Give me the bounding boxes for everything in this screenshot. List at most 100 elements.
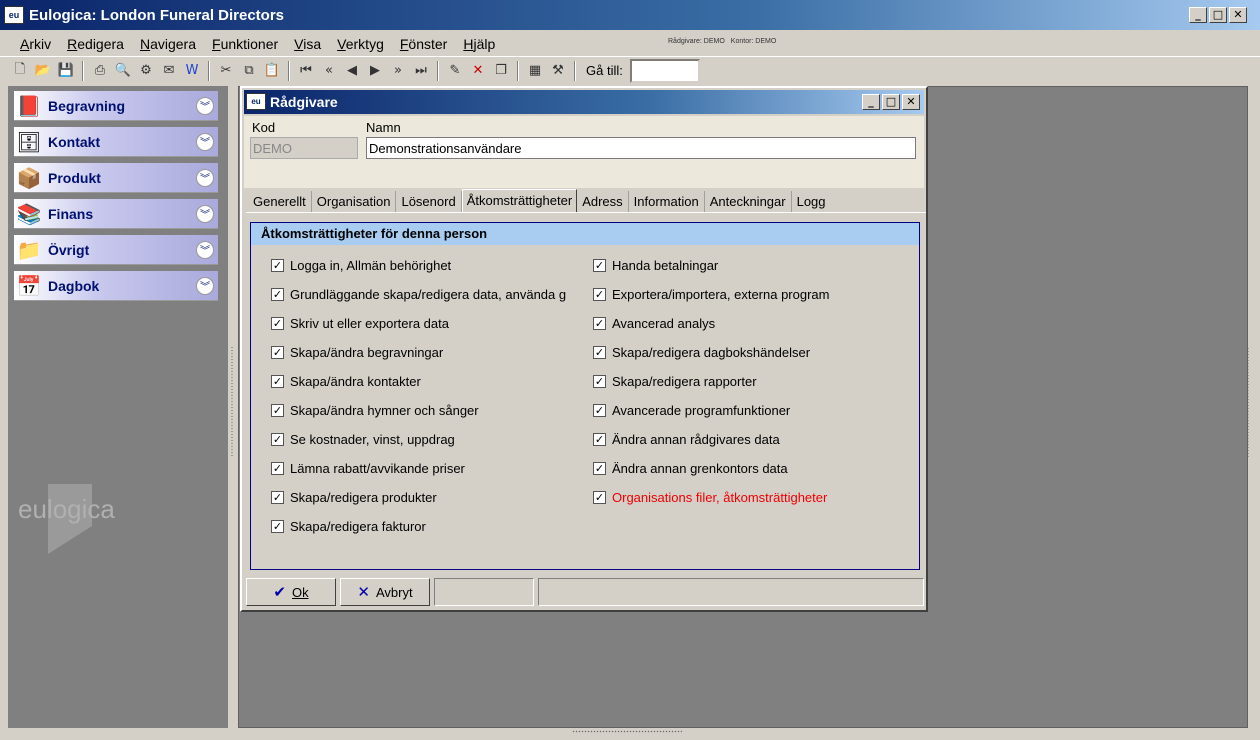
duplicate-icon[interactable]: ❐ bbox=[491, 61, 511, 81]
tab-losenord[interactable]: Lösenord bbox=[396, 191, 462, 212]
tab-anteckningar[interactable]: Anteckningar bbox=[705, 191, 792, 212]
chevron-down-icon[interactable]: ︾ bbox=[196, 132, 214, 151]
menu-navigera[interactable]: Navigera bbox=[140, 36, 196, 52]
edit-record-icon[interactable]: ✎ bbox=[445, 61, 465, 81]
email-icon[interactable]: ✉ bbox=[159, 61, 179, 81]
checkbox-checked-icon[interactable]: ✓ bbox=[271, 490, 284, 504]
dialog-maximize-button[interactable]: □ bbox=[882, 94, 900, 110]
checkbox-checked-icon[interactable]: ✓ bbox=[593, 287, 606, 301]
dialog-titlebar[interactable]: eu Rådgivare _ □ ✕ bbox=[244, 90, 924, 114]
permission-checkbox-row[interactable]: ✓ Skapa/redigera fakturor bbox=[271, 517, 426, 535]
nav-ovrigt[interactable]: 📁 Övrigt ︾ bbox=[14, 235, 218, 265]
nav-kontakt[interactable]: 🗄 Kontakt ︾ bbox=[14, 127, 218, 157]
print-icon[interactable]: ⎙ bbox=[90, 61, 110, 81]
checkbox-checked-icon[interactable]: ✓ bbox=[271, 345, 284, 359]
tab-organisation[interactable]: Organisation bbox=[312, 191, 397, 212]
tab-information[interactable]: Information bbox=[629, 191, 705, 212]
checkbox-checked-icon[interactable]: ✓ bbox=[271, 519, 284, 533]
checkbox-checked-icon[interactable]: ✓ bbox=[271, 432, 284, 446]
chevron-down-icon[interactable]: ︾ bbox=[196, 96, 214, 115]
app-logo-icon[interactable]: eu bbox=[4, 6, 24, 24]
goto-input[interactable] bbox=[629, 58, 700, 83]
delete-icon[interactable]: ✕ bbox=[468, 61, 488, 81]
checkbox-checked-icon[interactable]: ✓ bbox=[271, 316, 284, 330]
nav-begravning[interactable]: 📕 Begravning ︾ bbox=[14, 91, 218, 121]
kod-field[interactable]: DEMO bbox=[250, 137, 358, 159]
open-folder-icon[interactable]: 📂 bbox=[33, 61, 53, 81]
permission-checkbox-row[interactable]: ✓ Skapa/redigera produkter bbox=[271, 488, 437, 506]
chevron-down-icon[interactable]: ︾ bbox=[196, 204, 214, 223]
permission-checkbox-row[interactable]: ✓ Skapa/ändra hymner och sånger bbox=[271, 401, 479, 419]
panel-splitter[interactable] bbox=[228, 86, 238, 728]
ok-button[interactable]: ✔ Ok bbox=[246, 578, 336, 606]
permission-checkbox-row[interactable]: ✓ Skapa/ändra kontakter bbox=[271, 372, 421, 390]
checkbox-checked-icon[interactable]: ✓ bbox=[593, 258, 606, 272]
menu-hjalp[interactable]: Hjälp bbox=[463, 36, 495, 52]
checkbox-checked-icon[interactable]: ✓ bbox=[593, 490, 606, 504]
checkbox-checked-icon[interactable]: ✓ bbox=[271, 461, 284, 475]
permission-checkbox-row[interactable]: ✓ Logga in, Allmän behörighet bbox=[271, 256, 451, 274]
tab-atkomstrattigheter[interactable]: Åtkomsträttigheter bbox=[461, 189, 578, 213]
menu-verktyg[interactable]: Verktyg bbox=[337, 36, 384, 52]
checkbox-checked-icon[interactable]: ✓ bbox=[593, 432, 606, 446]
tools-icon[interactable]: ⚒ bbox=[548, 61, 568, 81]
nav-finans[interactable]: 📚 Finans ︾ bbox=[14, 199, 218, 229]
checkbox-checked-icon[interactable]: ✓ bbox=[271, 258, 284, 272]
permission-checkbox-row[interactable]: ✓ Avancerade programfunktioner bbox=[593, 401, 790, 419]
nav-dagbok[interactable]: 📅 Dagbok ︾ bbox=[14, 271, 218, 301]
permission-checkbox-row[interactable]: ✓ Ändra annan rådgivares data bbox=[593, 430, 780, 448]
cancel-button[interactable]: ✕ Avbryt bbox=[340, 578, 430, 606]
fast-forward-icon[interactable]: » bbox=[388, 61, 408, 81]
permission-checkbox-row[interactable]: ✓ Lämna rabatt/avvikande priser bbox=[271, 459, 465, 477]
menu-arkiv[interactable]: Arkiv bbox=[20, 36, 51, 52]
menu-redigera[interactable]: Redigera bbox=[67, 36, 124, 52]
permission-checkbox-row[interactable]: ✓ Organisations filer, åtkomsträttigheter bbox=[593, 488, 827, 506]
permission-checkbox-row[interactable]: ✓ Handa betalningar bbox=[593, 256, 718, 274]
print-preview-icon[interactable]: 🔍 bbox=[113, 61, 133, 81]
chevron-down-icon[interactable]: ︾ bbox=[196, 276, 214, 295]
checkbox-checked-icon[interactable]: ✓ bbox=[271, 403, 284, 417]
permission-checkbox-row[interactable]: ✓ Skapa/ändra begravningar bbox=[271, 343, 443, 361]
permission-checkbox-row[interactable]: ✓ Exportera/importera, externa program bbox=[593, 285, 829, 303]
permission-checkbox-row[interactable]: ✓ Skapa/redigera dagbokshändelser bbox=[593, 343, 810, 361]
cut-icon[interactable]: ✂ bbox=[216, 61, 236, 81]
last-record-icon[interactable]: ⏭ bbox=[411, 61, 431, 81]
new-document-icon[interactable]: 🗋 bbox=[10, 61, 30, 81]
permission-checkbox-row[interactable]: ✓ Se kostnader, vinst, uppdrag bbox=[271, 430, 455, 448]
settings-icon[interactable]: ⚙ bbox=[136, 61, 156, 81]
checkbox-checked-icon[interactable]: ✓ bbox=[593, 403, 606, 417]
menu-funktioner[interactable]: Funktioner bbox=[212, 36, 278, 52]
chevron-down-icon[interactable]: ︾ bbox=[196, 168, 214, 187]
checkbox-checked-icon[interactable]: ✓ bbox=[593, 345, 606, 359]
checkbox-checked-icon[interactable]: ✓ bbox=[593, 316, 606, 330]
previous-icon[interactable]: ◀ bbox=[342, 61, 362, 81]
nav-produkt[interactable]: 📦 Produkt ︾ bbox=[14, 163, 218, 193]
dialog-close-button[interactable]: ✕ bbox=[902, 94, 920, 110]
copy-icon[interactable]: ⧉ bbox=[239, 61, 259, 81]
tab-logg[interactable]: Logg bbox=[792, 191, 831, 212]
chevron-down-icon[interactable]: ︾ bbox=[196, 240, 214, 259]
word-icon[interactable]: W bbox=[182, 61, 202, 81]
checkbox-checked-icon[interactable]: ✓ bbox=[593, 461, 606, 475]
checkbox-checked-icon[interactable]: ✓ bbox=[593, 374, 606, 388]
dialog-minimize-button[interactable]: _ bbox=[862, 94, 880, 110]
permission-checkbox-row[interactable]: ✓ Grundläggande skapa/redigera data, anvä… bbox=[271, 285, 566, 303]
close-button[interactable]: ✕ bbox=[1229, 7, 1247, 23]
tab-generellt[interactable]: Generellt bbox=[248, 191, 312, 212]
bottom-splitter[interactable] bbox=[572, 730, 682, 733]
menu-visa[interactable]: Visa bbox=[294, 36, 321, 52]
maximize-button[interactable]: □ bbox=[1209, 7, 1227, 23]
permission-checkbox-row[interactable]: ✓ Skapa/redigera rapporter bbox=[593, 372, 757, 390]
first-record-icon[interactable]: ⏮ bbox=[296, 61, 316, 81]
next-icon[interactable]: ▶ bbox=[365, 61, 385, 81]
permission-checkbox-row[interactable]: ✓ Avancerad analys bbox=[593, 314, 715, 332]
checkbox-checked-icon[interactable]: ✓ bbox=[271, 374, 284, 388]
namn-field[interactable]: Demonstrationsanvändare bbox=[366, 137, 916, 159]
save-icon[interactable]: 💾 bbox=[56, 61, 76, 81]
rewind-icon[interactable]: « bbox=[319, 61, 339, 81]
checkbox-checked-icon[interactable]: ✓ bbox=[271, 287, 284, 301]
permission-checkbox-row[interactable]: ✓ Skriv ut eller exportera data bbox=[271, 314, 449, 332]
tab-adress[interactable]: Adress bbox=[577, 191, 629, 212]
paste-icon[interactable]: 📋 bbox=[262, 61, 282, 81]
permission-checkbox-row[interactable]: ✓ Ändra annan grenkontors data bbox=[593, 459, 788, 477]
